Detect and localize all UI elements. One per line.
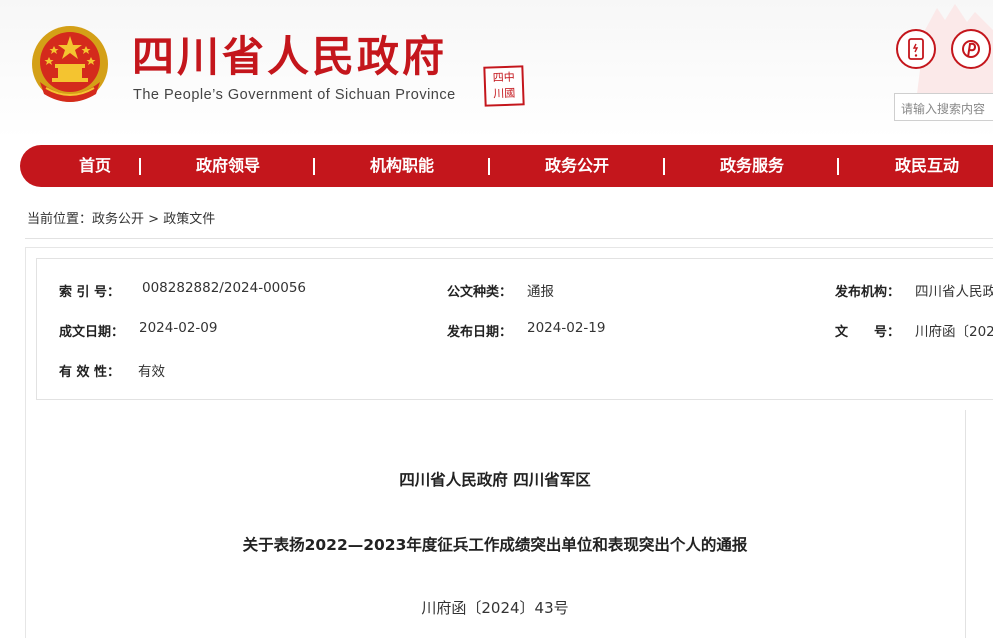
breadcrumb-prefix: 当前位置： [27, 212, 93, 227]
sichuan-seal-logo: 四中 川國 [483, 65, 525, 107]
nav-separator [837, 158, 839, 175]
validity-label: 有 效 性： [59, 365, 121, 380]
site-title: 四川省人民政府 [132, 32, 448, 81]
index-number-label: 索 引 号： [59, 285, 121, 300]
breadcrumb: 当前位置：政务公开 > 政策文件 [27, 208, 215, 227]
publisher-value: 四川省人民政 [915, 284, 993, 300]
nav-separator [488, 158, 490, 175]
nav-separator [313, 158, 315, 175]
index-number-value: 008282882/2024-00056 [142, 280, 307, 296]
main-navigation: 首页 政府领导 机构职能 政务公开 政务服务 政民互动 [20, 145, 993, 187]
publisher-label: 发布机构： [835, 285, 901, 300]
nav-item-government-affairs[interactable]: 政务公开 [527, 145, 627, 187]
validity-value: 有效 [138, 364, 165, 380]
document-issuer: 四川省人民政府 四川省军区 [399, 471, 591, 489]
document-number-value: 川府函〔202 [915, 324, 993, 340]
weibo-icon [962, 40, 980, 58]
search-input[interactable]: 请输入搜索内容 [894, 93, 993, 121]
publish-date-label: 发布日期： [447, 325, 513, 340]
document-reference-number: 川府函〔2024〕43号 [421, 599, 569, 617]
site-header: 四川省人民政府 The People’s Government of Sichu… [0, 0, 993, 140]
nav-item-government-leaders[interactable]: 政府领导 [178, 145, 278, 187]
document-number-label: 文 号： [835, 325, 901, 340]
breadcrumb-separator: > [148, 212, 160, 227]
nav-item-public-interaction[interactable]: 政民互动 [877, 145, 977, 187]
nav-separator [139, 158, 141, 175]
nav-item-institutional-functions[interactable]: 机构职能 [352, 145, 452, 187]
nav-item-home[interactable]: 首页 [50, 145, 140, 187]
publish-date-value: 2024-02-19 [527, 320, 606, 336]
national-emblem-icon [32, 26, 108, 102]
site-subtitle: The People’s Government of Sichuan Provi… [133, 87, 456, 103]
page: 四川省人民政府 The People’s Government of Sichu… [0, 0, 993, 638]
nav-item-government-services[interactable]: 政务服务 [702, 145, 802, 187]
nav-separator [663, 158, 665, 175]
written-date-value: 2024-02-09 [139, 320, 218, 336]
weibo-button[interactable] [951, 29, 991, 69]
divider [25, 238, 993, 239]
written-date-label: 成文日期： [59, 325, 125, 340]
mobile-app-button[interactable] [896, 29, 936, 69]
document-title: 关于表扬2022—2023年度征兵工作成绩突出单位和表现突出个人的通报 [242, 536, 748, 554]
breadcrumb-item-government-affairs[interactable]: 政务公开 [92, 212, 144, 227]
mobile-phone-icon [908, 38, 924, 60]
document-type-label: 公文种类： [447, 285, 513, 300]
breadcrumb-item-policy-documents[interactable]: 政策文件 [163, 212, 215, 227]
document-type-value: 通报 [527, 284, 554, 300]
